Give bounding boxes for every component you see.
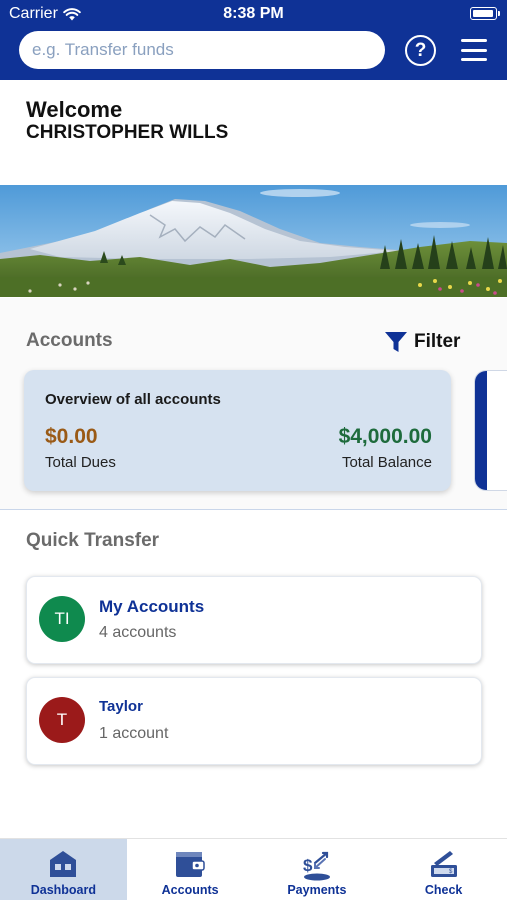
- tab-label: Payments: [287, 883, 347, 897]
- quick-transfer-item[interactable]: T Taylor 1 account: [26, 677, 482, 765]
- recipient-name: Taylor: [99, 698, 143, 715]
- welcome-greeting: Welcome: [26, 97, 123, 122]
- user-name: CHRISTOPHER WILLS: [26, 122, 229, 143]
- recipient-subtitle: 4 accounts: [99, 624, 177, 641]
- accounts-overview-card[interactable]: Overview of all accounts $0.00 Total Due…: [24, 370, 451, 491]
- total-balance-amount: $4,000.00: [338, 425, 432, 448]
- tab-label: Check: [424, 883, 463, 897]
- filter-label: Filter: [414, 331, 461, 352]
- menu-line: [461, 48, 487, 52]
- next-account-card[interactable]: [474, 370, 507, 491]
- recipient-name: My Accounts: [99, 597, 205, 616]
- search-bar[interactable]: [19, 31, 385, 69]
- quick-transfer-heading: Quick Transfer: [26, 530, 160, 551]
- status-bar: Carrier 8:38 PM: [0, 0, 507, 28]
- welcome-block: Welcome CHRISTOPHER WILLS: [26, 98, 228, 144]
- total-dues-label: Total Dues: [45, 454, 116, 471]
- accounts-heading: Accounts: [26, 330, 113, 351]
- bottom-tab-bar: Dashboard Accounts $ Payments $ Check: [0, 838, 507, 900]
- menu-line: [461, 39, 487, 42]
- tab-label: Dashboard: [30, 883, 97, 897]
- battery-icon: [470, 7, 500, 20]
- tab-label: Accounts: [161, 883, 219, 897]
- wallet-icon: [176, 852, 205, 877]
- filter-button[interactable]: Filter: [384, 330, 460, 354]
- help-circle-icon[interactable]: ?: [405, 35, 436, 66]
- funnel-icon: [385, 332, 407, 352]
- tab-dashboard[interactable]: Dashboard: [0, 839, 127, 900]
- tab-payments[interactable]: $ Payments: [254, 839, 381, 900]
- avatar: TI: [39, 596, 85, 642]
- tab-accounts[interactable]: Accounts: [127, 839, 254, 900]
- payments-icon: $: [303, 851, 330, 881]
- total-dues-amount: $0.00: [45, 425, 98, 448]
- recipient-subtitle: 1 account: [99, 725, 169, 742]
- quick-transfer-item[interactable]: TI My Accounts 4 accounts: [26, 576, 482, 664]
- tab-check[interactable]: $ Check: [380, 839, 507, 900]
- hamburger-menu-icon[interactable]: [461, 39, 487, 61]
- total-balance-label: Total Balance: [341, 454, 432, 471]
- svg-text:$: $: [303, 856, 313, 875]
- menu-line: [461, 58, 487, 61]
- overview-title: Overview of all accounts: [45, 391, 221, 408]
- dashboard-icon: [50, 851, 77, 877]
- app-header: Carrier 8:38 PM ?: [0, 0, 507, 80]
- mountain-banner-image: [0, 185, 507, 297]
- avatar: T: [39, 697, 85, 743]
- check-deposit-icon: $: [430, 851, 457, 877]
- search-input[interactable]: [32, 40, 385, 60]
- status-time: 8:38 PM: [223, 5, 284, 22]
